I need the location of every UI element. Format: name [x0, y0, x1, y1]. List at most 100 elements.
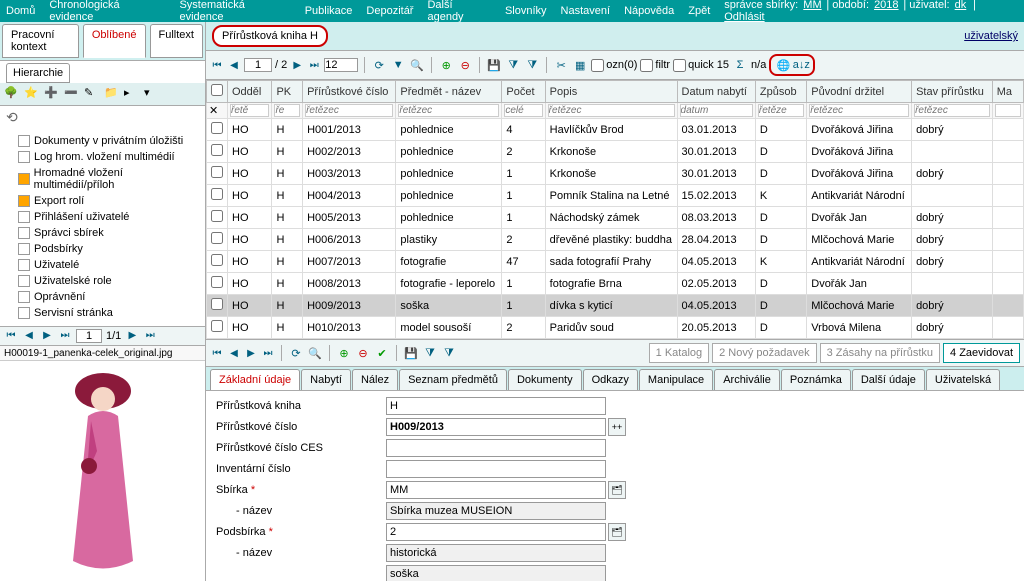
- page-input[interactable]: [76, 329, 102, 343]
- inp-ces[interactable]: [386, 439, 606, 457]
- save-icon[interactable]: 💾: [486, 57, 502, 73]
- lookup-button[interactable]: 🗂: [608, 481, 626, 499]
- menu-item[interactable]: Nastavení: [561, 5, 611, 17]
- lookup-button[interactable]: 🗂: [608, 523, 626, 541]
- tab-work-context[interactable]: Pracovní kontext: [2, 24, 79, 58]
- inp-book[interactable]: [386, 397, 606, 415]
- row-checkbox[interactable]: [211, 298, 223, 310]
- detail-tab[interactable]: Poznámka: [781, 369, 851, 390]
- funnel-icon[interactable]: ⧩: [422, 345, 438, 361]
- col-header[interactable]: Datum nabytí: [677, 81, 755, 103]
- filter-input[interactable]: [680, 104, 753, 117]
- star-icon[interactable]: ⭐: [24, 86, 40, 102]
- add-icon[interactable]: ➕: [44, 86, 60, 102]
- period-link[interactable]: 2018: [874, 0, 898, 11]
- add-icon[interactable]: ⊕: [336, 345, 352, 361]
- table-row[interactable]: HOHH007/2013fotografie47sada fotografií …: [207, 251, 1024, 273]
- folder-icon[interactable]: 📁: [104, 86, 120, 102]
- inp-inventory[interactable]: [386, 460, 606, 478]
- table-row[interactable]: HOHH003/2013pohlednice1Krkonoše30.01.201…: [207, 163, 1024, 185]
- zoom-icon[interactable]: 🔍: [307, 345, 323, 361]
- tree-item[interactable]: Hromadné vložení multimédií/příloh: [4, 165, 201, 193]
- col-header[interactable]: Odděl: [228, 81, 272, 103]
- tab-favorites[interactable]: Oblíbené: [83, 24, 146, 58]
- page-input[interactable]: [244, 58, 272, 72]
- subtab-hierarchy[interactable]: Hierarchie: [6, 63, 70, 83]
- detail-tab[interactable]: Manipulace: [639, 369, 713, 390]
- user-layout-link[interactable]: uživatelský: [964, 30, 1018, 42]
- context-title[interactable]: Přírůstková kniha H: [212, 25, 328, 47]
- tree-item[interactable]: Uživatelé: [4, 257, 201, 273]
- fwd-icon[interactable]: ▶: [125, 329, 139, 343]
- increment-button[interactable]: ++: [608, 418, 626, 436]
- filter-input[interactable]: [274, 104, 300, 117]
- table-row[interactable]: HOHH001/2013pohlednice4Havlíčkův Brod03.…: [207, 119, 1024, 141]
- table-row[interactable]: HOHH002/2013pohlednice2Krkonoše30.01.201…: [207, 141, 1024, 163]
- inp-number[interactable]: [386, 418, 606, 436]
- filtr-checkbox[interactable]: [640, 59, 653, 72]
- menu-item[interactable]: Nápověda: [624, 5, 674, 17]
- row-checkbox[interactable]: [211, 122, 223, 134]
- end-icon[interactable]: ⏭: [143, 329, 157, 343]
- detail-tab[interactable]: Dokumenty: [508, 369, 582, 390]
- funnel2-icon[interactable]: ⧩: [441, 345, 457, 361]
- menu-item[interactable]: Slovníky: [505, 5, 547, 17]
- col-header[interactable]: PK: [272, 81, 303, 103]
- detail-tab[interactable]: Archiválie: [714, 369, 780, 390]
- menu-item[interactable]: Chronologická evidence: [49, 0, 165, 23]
- select-all-checkbox[interactable]: [211, 84, 223, 96]
- row-checkbox[interactable]: [211, 276, 223, 288]
- funnel2-icon[interactable]: ⧩: [524, 57, 540, 73]
- action-katalog[interactable]: 1 Katalog: [649, 343, 709, 363]
- table-row[interactable]: HOHH004/2013pohlednice1Pomník Stalina na…: [207, 185, 1024, 207]
- menu-item[interactable]: Další agendy: [427, 0, 491, 23]
- first-icon[interactable]: ⏮: [210, 346, 224, 360]
- tree-item[interactable]: Dokumenty v privátním úložišti: [4, 133, 201, 149]
- row-checkbox[interactable]: [211, 232, 223, 244]
- delete-icon[interactable]: ⊖: [457, 57, 473, 73]
- inp-collection[interactable]: [386, 481, 606, 499]
- filter-input[interactable]: [758, 104, 804, 117]
- check-icon[interactable]: ✔: [374, 345, 390, 361]
- cut-icon[interactable]: ✂: [553, 57, 569, 73]
- add-icon[interactable]: ⊕: [438, 57, 454, 73]
- row-checkbox[interactable]: [211, 320, 223, 332]
- filter-input[interactable]: [995, 104, 1021, 117]
- az-icon[interactable]: a↓z: [793, 57, 809, 73]
- tree-item[interactable]: Oprávnění: [4, 289, 201, 305]
- tree-item[interactable]: Log hrom. vložení multimédií: [4, 149, 201, 165]
- tree-item[interactable]: Servisní stránka: [4, 305, 201, 321]
- last-icon[interactable]: ⏭: [307, 58, 321, 72]
- delete-icon[interactable]: ⊖: [355, 345, 371, 361]
- filter-input[interactable]: [548, 104, 675, 117]
- detail-tab[interactable]: Seznam předmětů: [399, 369, 507, 390]
- save-icon[interactable]: 💾: [403, 345, 419, 361]
- tree-item[interactable]: Export rolí: [4, 193, 201, 209]
- first-icon[interactable]: ⏮: [210, 58, 224, 72]
- collapse-icon[interactable]: ▾: [144, 86, 160, 102]
- filter-input[interactable]: [398, 104, 499, 117]
- col-header[interactable]: Počet: [502, 81, 545, 103]
- tree-item[interactable]: Podsbírky: [4, 241, 201, 257]
- zoom-icon[interactable]: 🔍: [409, 57, 425, 73]
- filter-input[interactable]: [809, 104, 909, 117]
- detail-tab[interactable]: Základní údaje: [210, 369, 300, 390]
- menu-item[interactable]: Depozitář: [366, 5, 413, 17]
- row-checkbox[interactable]: [211, 144, 223, 156]
- col-header[interactable]: Původní držitel: [807, 81, 912, 103]
- detail-tab[interactable]: Uživatelská: [926, 369, 1000, 390]
- tab-fulltext[interactable]: Fulltext: [150, 24, 203, 58]
- quick-checkbox[interactable]: [673, 59, 686, 72]
- action-new-request[interactable]: 2 Nový požadavek: [712, 343, 817, 363]
- prev-icon[interactable]: ◀: [22, 329, 36, 343]
- prev-icon[interactable]: ◀: [227, 346, 241, 360]
- row-checkbox[interactable]: [211, 188, 223, 200]
- tree-item[interactable]: Přihlášení uživatelé: [4, 209, 201, 225]
- col-header[interactable]: Ma: [992, 81, 1023, 103]
- menu-item[interactable]: Systematická evidence: [179, 0, 290, 23]
- user-link[interactable]: dk: [955, 0, 967, 11]
- filter-input[interactable]: [305, 104, 393, 117]
- row-checkbox[interactable]: [211, 166, 223, 178]
- action-register[interactable]: 4 Zaevidovat: [943, 343, 1020, 363]
- globe-icon[interactable]: 🌐: [775, 57, 791, 73]
